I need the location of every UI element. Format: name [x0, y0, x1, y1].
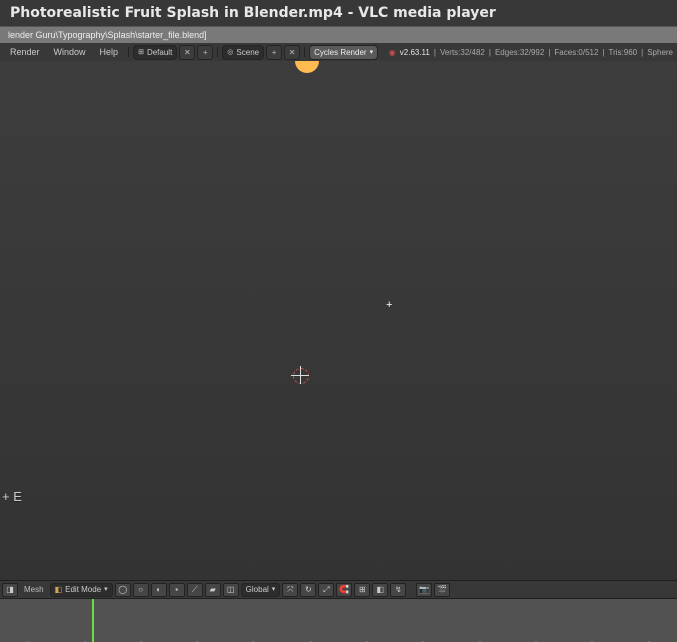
version-text: v2.63.11 — [400, 48, 430, 57]
render-anim-button[interactable]: 🎬 — [434, 583, 450, 597]
menu-window[interactable]: Window — [48, 45, 92, 59]
separator — [128, 47, 129, 58]
stat-sep: | — [641, 48, 643, 57]
snap-element-button[interactable]: ◧ — [372, 583, 388, 597]
sel-vert-button[interactable]: ▪ — [169, 583, 185, 597]
manipulator-btn-3[interactable]: ⤢ — [318, 583, 334, 597]
edit-mode-icon: ◧ — [55, 585, 63, 594]
chevron-down-icon: ▾ — [272, 586, 276, 593]
edit-cursor-icon: + — [386, 299, 392, 311]
stat-sep: | — [489, 48, 491, 57]
uv-sphere — [0, 61, 677, 580]
layout-dropdown[interactable]: ⊞ Default — [133, 45, 177, 60]
snap-toggle-button[interactable]: 🧲 — [336, 583, 352, 597]
manipulator-btn-2[interactable]: ↻ — [300, 583, 316, 597]
layout-label: Default — [147, 48, 172, 57]
edges-stat: Edges:32/992 — [495, 48, 544, 57]
window-title: Photorealistic Fruit Splash in Blender.m… — [0, 0, 677, 26]
sel-edge-button[interactable]: ⟋ — [187, 583, 203, 597]
engine-label: Cycles Render — [314, 48, 366, 57]
viewport-3d[interactable]: + + E — [0, 61, 677, 580]
scene-label: Scene — [236, 48, 259, 57]
render-viewport-button[interactable]: 📷 — [416, 583, 432, 597]
snap-target-button[interactable]: ↯ — [390, 583, 406, 597]
tris-stat: Tris:960 — [609, 48, 638, 57]
stat-sep: | — [548, 48, 550, 57]
mode-label: Edit Mode — [65, 585, 101, 594]
separator — [217, 47, 218, 58]
shading-solid-button[interactable]: ○ — [133, 583, 149, 597]
breadcrumb: lender Guru\Typography\Splash\starter_fi… — [0, 26, 677, 43]
limit-sel-button[interactable]: ◫ — [223, 583, 239, 597]
hint-text: + E — [2, 489, 22, 504]
shading-wire-button[interactable]: ◯ — [115, 583, 131, 597]
manipulator-btn-1[interactable]: ⤧ — [282, 583, 298, 597]
timeline[interactable]: -20020406080100120140160180200 — [0, 598, 677, 642]
menu-help[interactable]: Help — [94, 45, 125, 59]
editor-type-button[interactable]: ◨ — [2, 583, 18, 597]
playhead[interactable] — [92, 599, 94, 642]
stat-sep: | — [602, 48, 604, 57]
scene-dropdown[interactable]: ◎ Scene — [222, 45, 264, 60]
expand-icon: ⊞ — [138, 49, 144, 56]
faces-stat: Faces:0/512 — [554, 48, 598, 57]
blender-logo-icon: ◉ — [389, 48, 396, 57]
scene-add-button[interactable]: + — [266, 45, 282, 60]
scene-remove-button[interactable]: ✕ — [284, 45, 300, 60]
blender-menubar: Render Window Help ⊞ Default ✕ + ◎ Scene… — [0, 43, 677, 61]
mesh-label: Mesh — [20, 585, 48, 594]
chevron-down-icon: ▾ — [370, 49, 374, 56]
viewport-toolbar: ◨ Mesh ◧ Edit Mode ▾ ◯ ○ ◐ ▪ ⟋ ▰ ◫ Globa… — [0, 580, 677, 598]
separator — [304, 47, 305, 58]
layout-remove-button[interactable]: ✕ — [179, 45, 195, 60]
object-name: Sphere — [647, 48, 673, 57]
engine-dropdown[interactable]: Cycles Render ▾ — [309, 45, 378, 60]
scene-icon: ◎ — [227, 49, 233, 56]
mode-dropdown[interactable]: ◧ Edit Mode ▾ — [50, 583, 113, 597]
chevron-down-icon: ▾ — [104, 586, 108, 593]
layout-add-button[interactable]: + — [197, 45, 213, 60]
sel-face-button[interactable]: ▰ — [205, 583, 221, 597]
orientation-label: Global — [246, 585, 269, 594]
verts-stat: Verts:32/482 — [440, 48, 485, 57]
header-stats: ◉ v2.63.11 | Verts:32/482 | Edges:32/992… — [389, 48, 673, 57]
shading-mat-button[interactable]: ◐ — [151, 583, 167, 597]
orientation-dropdown[interactable]: Global ▾ — [241, 583, 281, 597]
snap-inc-button[interactable]: ⊞ — [354, 583, 370, 597]
stat-sep: | — [434, 48, 436, 57]
menu-render[interactable]: Render — [4, 45, 46, 59]
